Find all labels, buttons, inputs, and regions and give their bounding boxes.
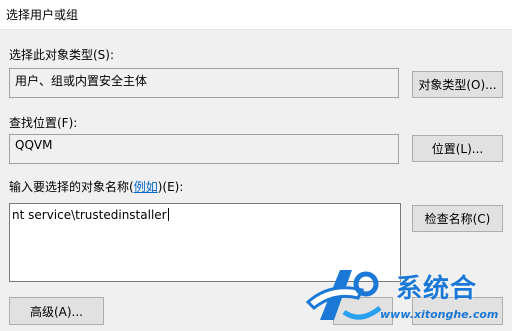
object-names-label-suffix: )(E):: [157, 180, 184, 194]
location-value: QQVM: [15, 138, 53, 152]
object-types-button-label: 对象类型(O)...: [418, 78, 497, 92]
window-title: 选择用户或组: [6, 8, 79, 22]
location-field: QQVM: [9, 134, 399, 164]
watermark-text: 系统合: [396, 274, 478, 304]
location-label: 查找位置(F):: [9, 116, 78, 130]
examples-link[interactable]: 例如: [134, 180, 158, 194]
object-types-button[interactable]: 对象类型(O)...: [412, 71, 503, 98]
check-names-button[interactable]: 检查名称(C): [412, 205, 503, 232]
object-names-label-prefix: 输入要选择的对象名称(: [9, 180, 134, 194]
object-type-label: 选择此对象类型(S):: [9, 48, 115, 62]
advanced-button[interactable]: 高级(A)...: [9, 297, 104, 325]
object-type-value: 用户、组或内置安全主体: [15, 74, 148, 88]
watermark-logo-icon: [305, 270, 382, 320]
text-caret: [167, 208, 169, 221]
watermark-url: www.xitonghe.com: [380, 308, 499, 321]
title-bar: 选择用户或组: [0, 0, 512, 30]
advanced-button-label: 高级(A)...: [29, 304, 84, 319]
watermark: 系统合 www.xitonghe.com: [300, 262, 512, 328]
object-type-field: 用户、组或内置安全主体: [9, 68, 399, 98]
object-names-value: nt service\trustedinstaller: [12, 208, 167, 222]
locations-button-label: 位置(L)...: [431, 142, 484, 156]
locations-button[interactable]: 位置(L)...: [412, 135, 503, 162]
object-names-label: 输入要选择的对象名称(例如)(E):: [9, 178, 183, 195]
check-names-button-label: 检查名称(C): [424, 212, 491, 226]
